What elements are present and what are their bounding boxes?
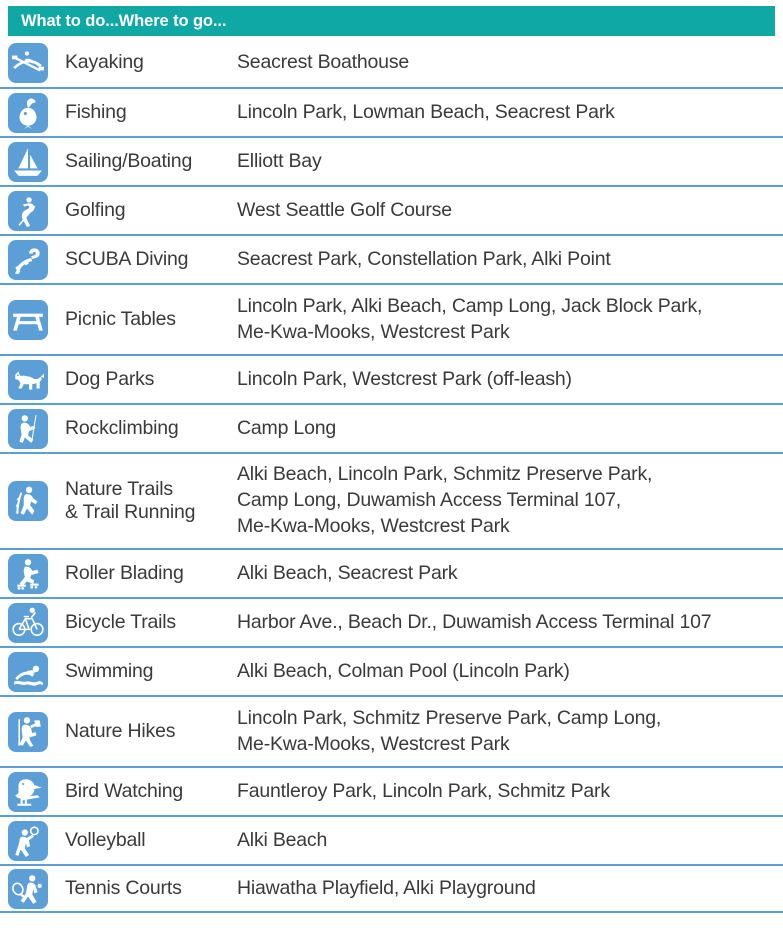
activity-locations: Seacrest Boathouse <box>237 50 410 73</box>
activity-locations: Elliott Bay <box>237 149 322 172</box>
kayaking-icon <box>8 42 48 83</box>
activity-locations: Lincoln Park, Alki Beach, Camp Long, Jac… <box>237 294 703 343</box>
activity-locations: Seacrest Park, Constellation Park, Alki … <box>237 247 611 270</box>
activity-name: Dog Parks <box>65 368 155 390</box>
activity-locations: Harbor Ave., Beach Dr., Duwamish Access … <box>237 610 712 633</box>
activity-locations: Lincoln Park, Schmitz Preserve Park, Cam… <box>237 706 662 755</box>
activity-name: Volleyball <box>65 829 146 851</box>
activity-name: Swimming <box>65 660 154 682</box>
volleyball-icon <box>8 820 48 861</box>
activity-locations: Alki Beach, Seacrest Park <box>237 561 458 584</box>
activity-locations: West Seattle Golf Course <box>237 198 452 221</box>
activity-locations: Hiawatha Playfield, Alki Playground <box>237 876 536 899</box>
sailboat-icon <box>8 141 48 182</box>
rockclimbing-icon <box>8 408 48 449</box>
fishing-icon <box>8 92 48 133</box>
activity-locations: Alki Beach, Colman Pool (Lincoln Park) <box>237 659 570 682</box>
activity-name: Picnic Tables <box>65 308 176 330</box>
activity-name: Nature Hikes <box>65 720 176 742</box>
bird-icon <box>8 771 48 812</box>
roller-blading-icon <box>8 553 48 594</box>
table-row: Rockclimbing Camp Long <box>0 403 783 452</box>
table-row: Roller Blading Alki Beach, Seacrest Park <box>0 548 783 597</box>
activity-name: Rockclimbing <box>65 417 179 439</box>
table-header: What to do...Where to go... <box>8 6 775 36</box>
table-row: Tennis Courts Hiawatha Playfield, Alki Pl… <box>0 864 783 913</box>
golfing-icon <box>8 190 48 231</box>
table-row: Swimming Alki Beach, Colman Pool (Lincoln… <box>0 646 783 695</box>
table-row: Sailing/Boating Elliott Bay <box>0 136 783 185</box>
activity-name: Roller Blading <box>65 562 184 584</box>
activity-name: Tennis Courts <box>65 877 182 899</box>
table-row: Bicycle Trails Harbor Ave., Beach Dr., Du… <box>0 597 783 646</box>
activity-name: Bicycle Trails <box>65 611 176 633</box>
nature-hikes-icon <box>8 711 48 752</box>
swimming-icon <box>8 651 48 692</box>
table-row: Fishing Lincoln Park, Lowman Beach, Seacr… <box>0 87 783 136</box>
table-row: Volleyball Alki Beach <box>0 815 783 864</box>
picnic-table-icon <box>8 299 48 340</box>
activity-locations: Lincoln Park, Westcrest Park (off-leash) <box>237 367 572 390</box>
bicycle-icon <box>8 602 48 643</box>
table-header-title: What to do...Where to go... <box>21 11 227 30</box>
activity-name: Kayaking <box>65 51 144 73</box>
tennis-icon <box>8 868 48 909</box>
activity-table: What to do...Where to go... Kayaking Seac… <box>0 0 783 950</box>
activity-name: Sailing/Boating <box>65 150 193 172</box>
activity-locations: Alki Beach, Lincoln Park, Schmitz Preser… <box>237 463 653 537</box>
table-row: Golfing West Seattle Golf Course <box>0 185 783 234</box>
activity-locations: Camp Long <box>237 416 337 439</box>
dog-icon <box>8 359 48 400</box>
activity-name: Bird Watching <box>65 780 184 802</box>
nature-trails-icon <box>8 481 48 521</box>
activity-locations: Lincoln Park, Lowman Beach, Seacrest Par… <box>237 100 615 123</box>
scuba-diving-icon <box>8 239 48 280</box>
activity-name: SCUBA Diving <box>65 248 189 270</box>
table-row: Kayaking Seacrest Boathouse <box>0 38 783 87</box>
activity-locations: Alki Beach <box>237 828 328 851</box>
table-row: Nature Trails & Trail Running Alki Beach,… <box>0 452 783 548</box>
table-row: Bird Watching Fauntleroy Park, Lincoln Pa… <box>0 766 783 815</box>
table-row: Dog Parks Lincoln Park, Westcrest Park (o… <box>0 354 783 403</box>
activity-row-list: Kayaking Seacrest Boathouse Fishing Lincol… <box>0 38 783 913</box>
activity-name: Golfing <box>65 199 126 221</box>
table-row: SCUBA Diving Seacrest Park, Constellation… <box>0 234 783 283</box>
activity-locations: Fauntleroy Park, Lincoln Park, Schmitz P… <box>237 779 610 802</box>
activity-name: Fishing <box>65 101 127 123</box>
table-row: Nature Hikes Lincoln Park, Schmitz Preser… <box>0 695 783 766</box>
activity-name: Nature Trails & Trail Running <box>65 478 196 523</box>
table-row: Picnic Tables Lincoln Park, Alki Beach, C… <box>0 283 783 354</box>
